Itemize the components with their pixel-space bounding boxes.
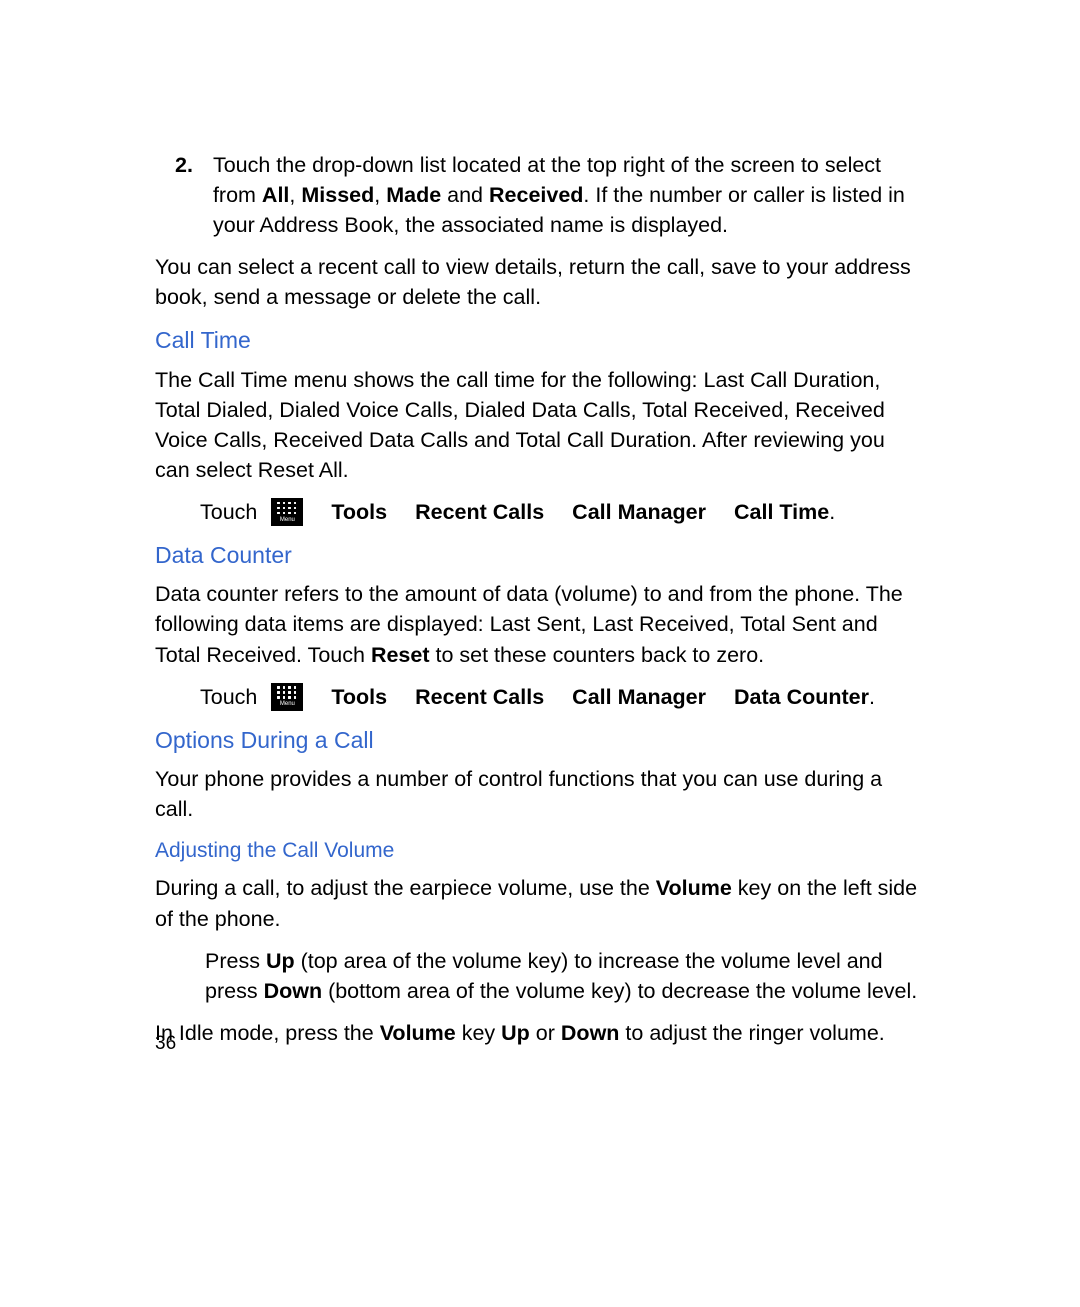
text: to adjust the ringer volume. — [619, 1021, 884, 1045]
menu-icon: Menu — [271, 498, 303, 526]
text: and — [441, 183, 489, 207]
step-text: Touch the drop-down list located at the … — [213, 150, 925, 240]
path-tools: Tools — [331, 497, 387, 527]
touch-label: Touch — [200, 682, 257, 712]
idle-desc: In Idle mode, press the Volume key Up or… — [155, 1018, 925, 1048]
path-end: Call Time. — [734, 497, 835, 527]
bold-reset: Reset — [371, 643, 430, 667]
bold-up: Up — [266, 949, 295, 973]
data-counter-desc: Data counter refers to the amount of dat… — [155, 579, 925, 669]
text: During a call, to adjust the earpiece vo… — [155, 876, 656, 900]
heading-options: Options During a Call — [155, 724, 925, 756]
bold-down: Down — [561, 1021, 620, 1045]
bold-volume: Volume — [380, 1021, 456, 1045]
menu-icon: Menu — [271, 683, 303, 711]
volume-desc: During a call, to adjust the earpiece vo… — [155, 873, 925, 933]
document-page: 2. Touch the drop-down list located at t… — [155, 150, 925, 1048]
touch-label: Touch — [200, 497, 257, 527]
text: In Idle mode, press the — [155, 1021, 380, 1045]
bold-made: Made — [386, 183, 441, 207]
select-paragraph: You can select a recent call to view det… — [155, 252, 925, 312]
path-end: Data Counter. — [734, 682, 875, 712]
step-number: 2. — [155, 150, 213, 240]
path-data-counter: Data Counter — [734, 685, 869, 709]
data-counter-path: Touch Menu Tools Recent Calls Call Manag… — [155, 682, 925, 712]
period: . — [869, 685, 875, 709]
path-call-time: Call Time — [734, 500, 829, 524]
bold-up: Up — [501, 1021, 530, 1045]
text: or — [530, 1021, 561, 1045]
text: , — [289, 183, 301, 207]
text: to set these counters back to zero. — [430, 643, 765, 667]
heading-call-time: Call Time — [155, 324, 925, 356]
bold-volume: Volume — [656, 876, 732, 900]
page-number: 36 — [155, 1033, 176, 1055]
text: , — [374, 183, 386, 207]
options-desc: Your phone provides a number of control … — [155, 764, 925, 824]
volume-press-desc: Press Up (top area of the volume key) to… — [155, 946, 925, 1006]
heading-volume: Adjusting the Call Volume — [155, 836, 925, 865]
heading-data-counter: Data Counter — [155, 539, 925, 571]
menu-icon-label: Menu — [280, 701, 295, 707]
bold-all: All — [262, 183, 289, 207]
path-call-manager: Call Manager — [572, 497, 706, 527]
call-time-desc: The Call Time menu shows the call time f… — [155, 365, 925, 485]
bold-missed: Missed — [301, 183, 374, 207]
text: key — [456, 1021, 501, 1045]
step-2: 2. Touch the drop-down list located at t… — [155, 150, 925, 240]
path-call-manager: Call Manager — [572, 682, 706, 712]
text: Press — [205, 949, 266, 973]
bold-down: Down — [264, 979, 323, 1003]
path-recent-calls: Recent Calls — [415, 682, 544, 712]
path-tools: Tools — [331, 682, 387, 712]
bold-received: Received — [489, 183, 583, 207]
period: . — [829, 500, 835, 524]
call-time-path: Touch Menu Tools Recent Calls Call Manag… — [155, 497, 925, 527]
menu-icon-label: Menu — [280, 517, 295, 523]
path-recent-calls: Recent Calls — [415, 497, 544, 527]
text: (bottom area of the volume key) to decre… — [322, 979, 917, 1003]
